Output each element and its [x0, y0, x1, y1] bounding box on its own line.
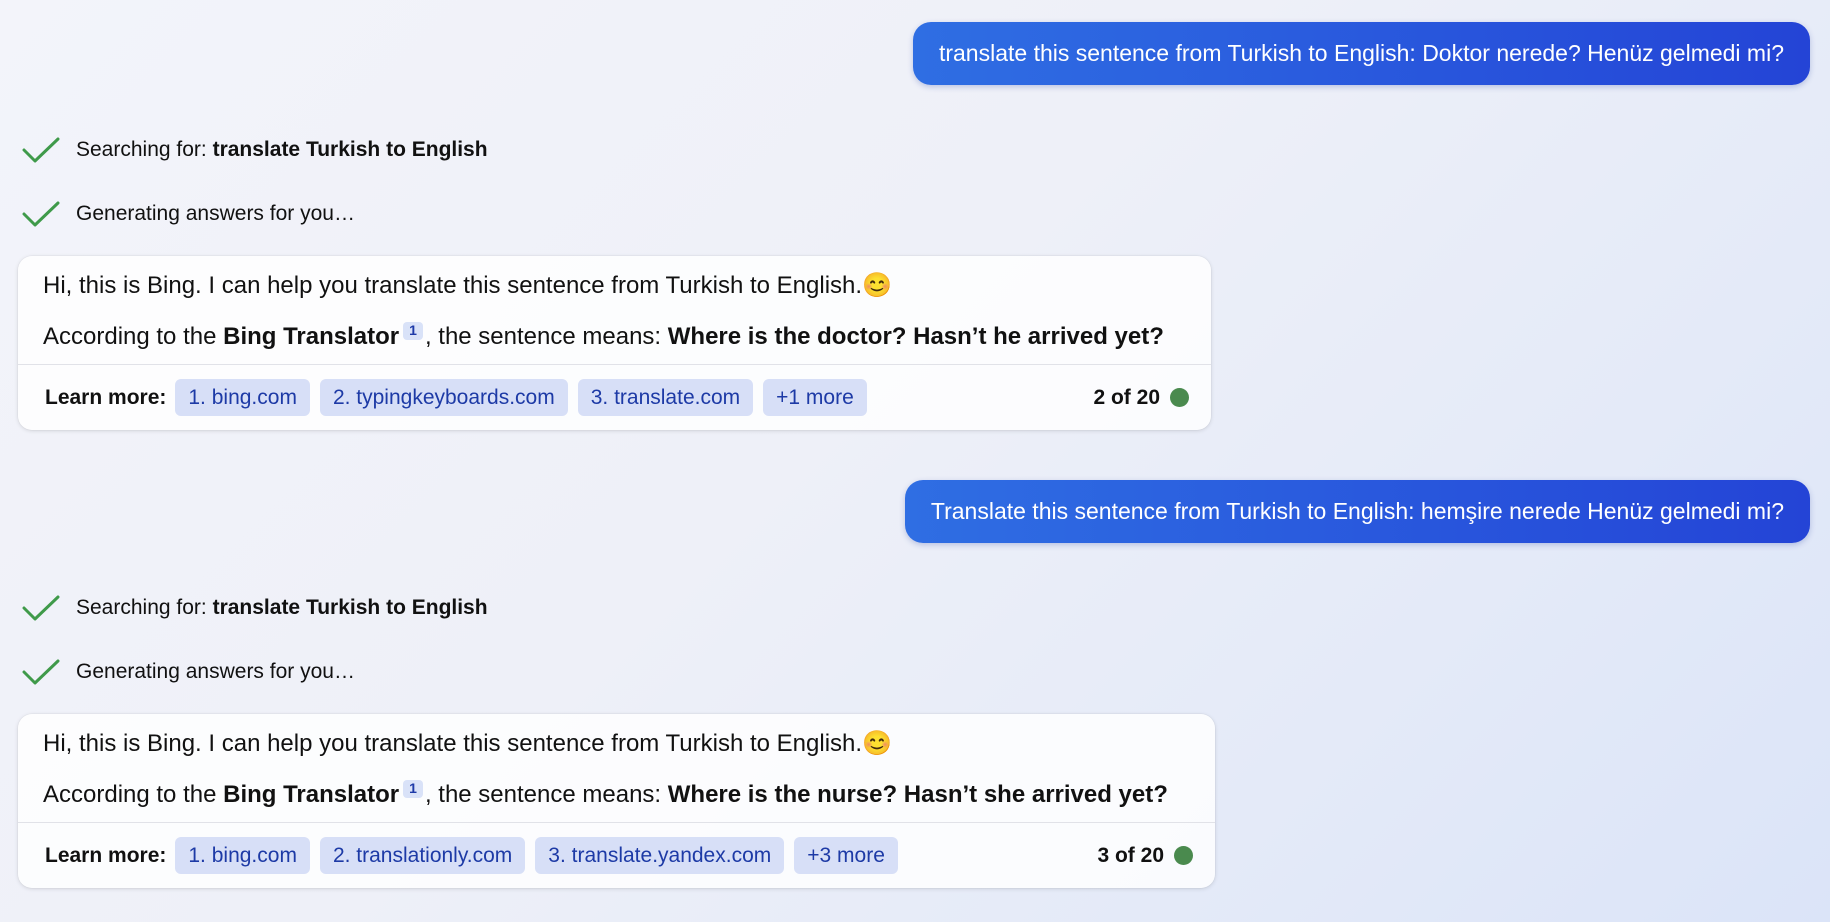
source-name: Bing Translator	[223, 781, 400, 809]
status-search-query: translate Turkish to English	[212, 596, 488, 619]
more-sources-link[interactable]: +1 more	[763, 379, 867, 417]
user-message-bubble: Translate this sentence from Turkish to …	[904, 480, 1810, 543]
bot-response-card: Hi, this is Bing. I can help you transla…	[18, 256, 1211, 431]
bot-response-card: Hi, this is Bing. I can help you transla…	[18, 714, 1215, 889]
status-dot-icon	[1170, 388, 1189, 408]
status-generating: Generating answers for you…	[22, 658, 355, 686]
translation-prefix: , the sentence means:	[424, 781, 668, 809]
citation-badge[interactable]: 1	[403, 322, 423, 340]
status-generating-text: Generating answers for you…	[76, 660, 355, 683]
source-link[interactable]: 2. translationly.com	[319, 837, 526, 875]
turn-counter: 2 of 20	[1093, 385, 1160, 409]
bot-greeting: Hi, this is Bing. I can help you transla…	[43, 728, 1191, 759]
bot-translation-line: According to the Bing Translator 1, the s…	[43, 779, 1191, 810]
translation-result: Where is the doctor? Hasn’t he arrived y…	[667, 323, 1164, 351]
turn-counter: 3 of 20	[1097, 843, 1164, 867]
smile-emoji: 😊	[862, 272, 892, 299]
bot-greeting: Hi, this is Bing. I can help you transla…	[43, 270, 1187, 301]
translation-result: Where is the nurse? Hasn’t she arrived y…	[667, 781, 1168, 809]
source-link[interactable]: 3. translate.yandex.com	[535, 837, 785, 875]
citation-badge[interactable]: 1	[403, 780, 423, 798]
smile-emoji: 😊	[862, 730, 892, 757]
status-searching: Searching for: translate Turkish to Engl…	[22, 136, 488, 164]
check-icon	[22, 659, 60, 685]
source-link[interactable]: 3. translate.com	[577, 379, 754, 417]
check-icon	[22, 595, 60, 621]
greeting-text: Hi, this is Bing. I can help you transla…	[43, 730, 863, 757]
status-dot-icon	[1174, 846, 1193, 866]
check-icon	[22, 201, 60, 227]
translation-prefix: , the sentence means:	[424, 323, 668, 351]
user-message-bubble: translate this sentence from Turkish to …	[912, 22, 1810, 85]
source-link[interactable]: 1. bing.com	[175, 837, 310, 875]
source-prefix: According to the	[43, 781, 224, 809]
user-message-row: translate this sentence from Turkish to …	[912, 22, 1810, 85]
more-sources-link[interactable]: +3 more	[794, 837, 898, 875]
chat-conversation: translate this sentence from Turkish to …	[0, 0, 1830, 922]
user-message-row: Translate this sentence from Turkish to …	[904, 480, 1810, 543]
learn-more-bar: Learn more: 1. bing.com 2. translationly…	[18, 823, 1215, 888]
learn-more-label: Learn more:	[45, 843, 167, 867]
status-searching: Searching for: translate Turkish to Engl…	[22, 594, 488, 622]
status-generating-text: Generating answers for you…	[76, 202, 355, 225]
bot-response-body: Hi, this is Bing. I can help you transla…	[18, 714, 1215, 822]
greeting-text: Hi, this is Bing. I can help you transla…	[43, 272, 863, 299]
source-prefix: According to the	[43, 323, 224, 351]
status-search-query: translate Turkish to English	[212, 138, 488, 161]
status-search-prefix: Searching for:	[76, 596, 213, 619]
learn-more-label: Learn more:	[45, 385, 167, 409]
bot-response-body: Hi, this is Bing. I can help you transla…	[18, 256, 1211, 364]
source-name: Bing Translator	[223, 323, 400, 351]
source-link[interactable]: 2. typingkeyboards.com	[319, 379, 568, 417]
status-generating: Generating answers for you…	[22, 200, 355, 228]
learn-more-bar: Learn more: 1. bing.com 2. typingkeyboar…	[18, 365, 1211, 430]
bot-translation-line: According to the Bing Translator 1, the s…	[43, 321, 1187, 352]
status-search-prefix: Searching for:	[76, 138, 213, 161]
check-icon	[22, 137, 60, 163]
source-link[interactable]: 1. bing.com	[175, 379, 310, 417]
